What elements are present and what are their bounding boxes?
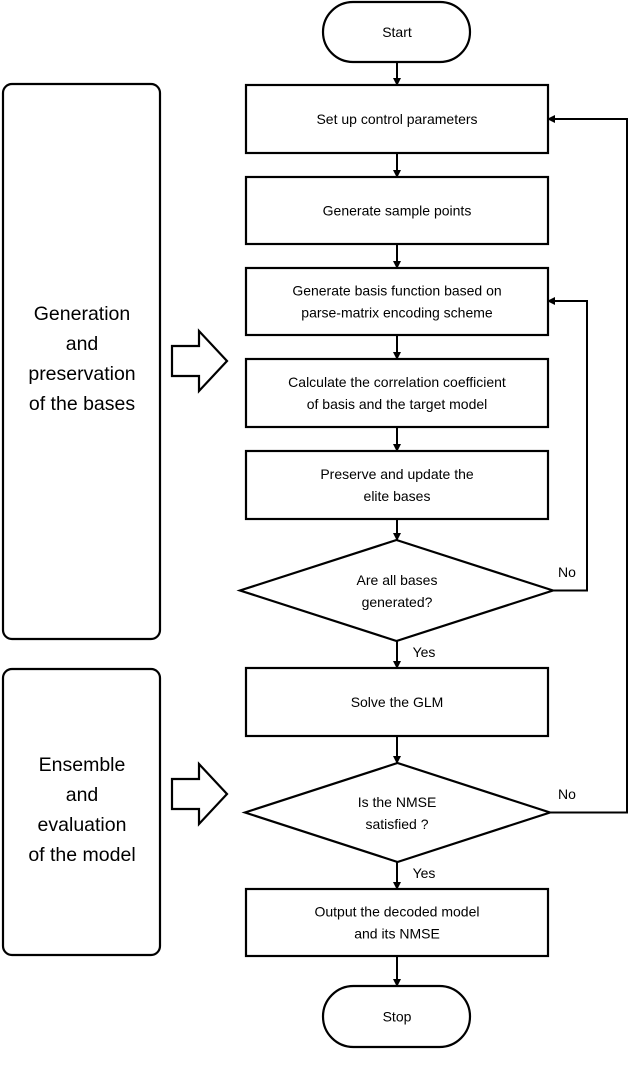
panel-ensemble-label-line: of the model	[28, 844, 135, 866]
flowchart-canvas: Generation and preservation of the bases Ens…	[1, 0, 628, 1049]
node-label-start: Start	[382, 24, 412, 40]
node-label-decision-bases-line: Are all bases	[357, 572, 438, 588]
panel-ensemble-label-line: Ensemble	[39, 754, 126, 776]
process-box-correlation	[244, 357, 550, 429]
node-label-glm: Solve the GLM	[351, 694, 444, 710]
node-label-decision-nmse-line: Is the NMSE	[358, 794, 437, 810]
edge-label-no: No	[558, 564, 576, 580]
node-label-correlation-line: of basis and the target model	[307, 396, 488, 412]
panel-generation-label-line: Generation	[34, 303, 130, 325]
node-label-output-line: Output the decoded model	[314, 904, 479, 920]
panel-generation-label-line: preservation	[28, 363, 135, 385]
edge-label-no: No	[558, 786, 576, 802]
decision-diamond-decision-bases	[236, 538, 557, 643]
decision-diamond-decision-nmse	[241, 761, 554, 864]
node-label-stop-line: Stop	[383, 1009, 412, 1025]
edge-label-yes: Yes	[413, 644, 436, 660]
node-label-basis-line: Generate basis function based on	[292, 283, 501, 299]
node-label-correlation-line: Calculate the correlation coefficient	[288, 374, 506, 390]
node-label-sample: Generate sample points	[323, 203, 472, 219]
connector-decision-bases-to-basis	[547, 297, 588, 592]
node-label-glm-line: Solve the GLM	[351, 694, 444, 710]
phase-arrow-icon	[170, 328, 229, 394]
panel-generation-label-line: and	[66, 333, 99, 355]
node-label-basis-line: parse-matrix encoding scheme	[301, 305, 493, 321]
node-label-setup-line: Set up control parameters	[316, 111, 477, 127]
panel-ensemble-label-line: evaluation	[38, 814, 127, 836]
node-label-sample-line: Generate sample points	[323, 203, 472, 219]
panel-generation	[1, 82, 162, 641]
panel-ensemble	[1, 667, 162, 957]
node-label-preserve-line: elite bases	[364, 488, 431, 504]
process-box-basis	[244, 266, 550, 337]
process-box-output	[244, 887, 550, 958]
node-label-setup: Set up control parameters	[316, 111, 477, 127]
panel-ensemble-label-line: and	[66, 784, 99, 806]
node-label-decision-nmse-line: satisfied ?	[365, 816, 428, 832]
phase-arrow-icon	[170, 761, 229, 827]
node-label-decision-bases-line: generated?	[362, 594, 433, 610]
node-label-stop: Stop	[383, 1009, 412, 1025]
node-label-start-line: Start	[382, 24, 412, 40]
node-label-output-line: and its NMSE	[354, 926, 440, 942]
node-label-preserve-line: Preserve and update the	[320, 466, 474, 482]
panel-generation-label-line: of the bases	[29, 393, 135, 415]
process-box-preserve	[244, 449, 550, 521]
edge-label-yes: Yes	[413, 865, 436, 881]
